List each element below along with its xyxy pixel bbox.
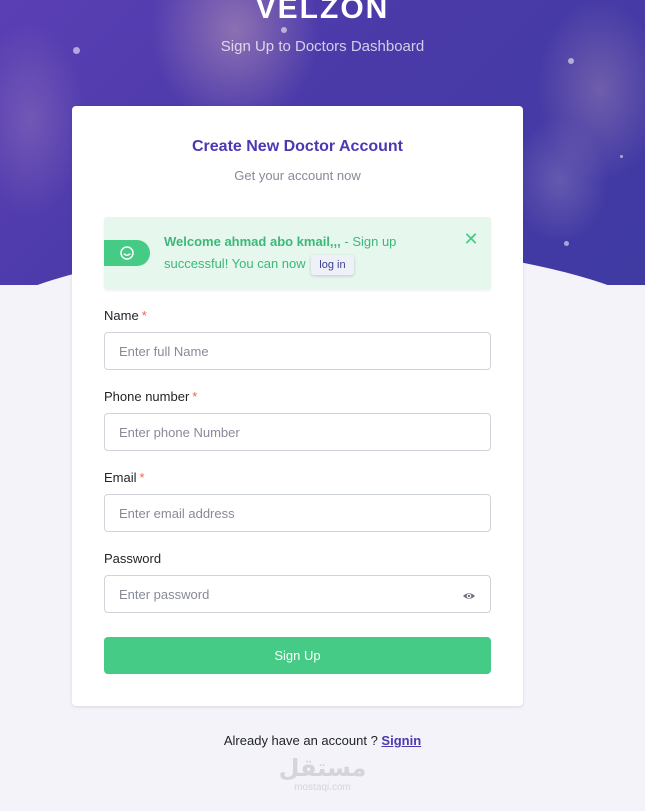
required-marker: * xyxy=(192,389,198,404)
alert-message: Welcome ahmad abo kmail,,, - Sign up suc… xyxy=(164,231,444,275)
watermark-url: mostaqi.com xyxy=(294,782,351,793)
name-label: Name * xyxy=(104,308,147,323)
phone-input[interactable] xyxy=(104,413,491,451)
card-subtitle: Get your account now xyxy=(234,168,361,183)
signin-prompt: Already have an account ? Signin xyxy=(0,733,645,748)
brand-tagline: Sign Up to Doctors Dashboard xyxy=(220,38,425,55)
watermark-logo: مستقل xyxy=(278,755,367,782)
signin-prompt-text: Already have an account ? xyxy=(223,733,382,748)
decor-dot xyxy=(568,58,574,64)
signin-link[interactable]: Signin xyxy=(381,733,421,748)
password-label: Password xyxy=(104,551,161,566)
password-label-text: Password xyxy=(104,551,162,566)
required-marker: * xyxy=(141,308,147,323)
decor-dot xyxy=(281,27,287,33)
login-link[interactable]: log in xyxy=(311,254,354,275)
decor-dot xyxy=(564,241,569,246)
signup-button[interactable]: Sign Up xyxy=(104,637,491,674)
email-label: Email * xyxy=(104,470,145,485)
close-icon[interactable]: ✕ xyxy=(463,230,479,248)
card-title: Create New Doctor Account xyxy=(192,138,403,155)
brand-logo[interactable]: VELZON xyxy=(0,0,645,26)
eye-icon[interactable] xyxy=(462,589,476,603)
name-label-text: Name xyxy=(104,308,139,323)
phone-label-text: Phone number xyxy=(104,389,190,404)
alert-welcome-text: Welcome ahmad abo kmail,,, xyxy=(164,234,341,249)
success-alert: Welcome ahmad abo kmail,,, - Sign up suc… xyxy=(104,217,491,290)
alert-icon-tab xyxy=(104,240,150,266)
decor-dot xyxy=(620,155,623,158)
email-label-text: Email xyxy=(104,470,137,485)
signup-card: Create New Doctor Account Get your accou… xyxy=(72,106,523,706)
phone-label: Phone number * xyxy=(104,389,197,404)
smile-icon xyxy=(120,246,134,260)
required-marker: * xyxy=(139,470,145,485)
email-input[interactable] xyxy=(104,494,491,532)
name-input[interactable] xyxy=(104,332,491,370)
password-input[interactable] xyxy=(104,575,491,613)
